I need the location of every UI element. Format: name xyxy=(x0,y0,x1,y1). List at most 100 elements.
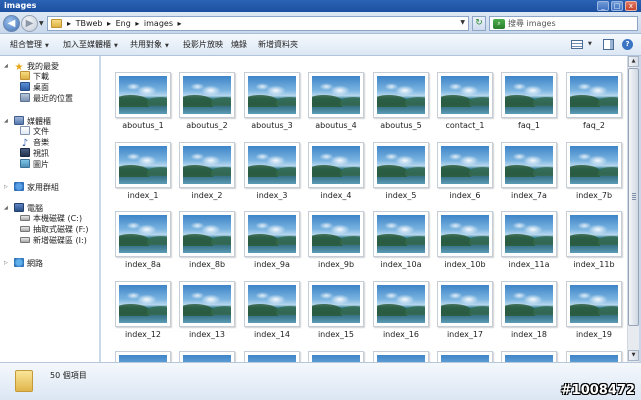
file-thumbnail[interactable]: index_9a xyxy=(242,211,302,275)
file-thumbnail[interactable]: aboutus_4 xyxy=(306,72,366,136)
file-thumbnail[interactable]: aboutus_2 xyxy=(177,72,237,136)
back-arrow-icon: ◀ xyxy=(7,18,16,29)
add-to-library-button[interactable]: 加入至媒體櫃 ▼ xyxy=(63,40,118,51)
scrollbar-thumb[interactable] xyxy=(628,68,639,326)
file-name: index_12 xyxy=(124,330,162,339)
image-preview xyxy=(437,351,493,362)
file-thumbnail[interactable]: index_19 xyxy=(564,281,624,345)
breadcrumb-item[interactable]: Eng xyxy=(116,19,131,28)
computer-collapse-chevron-icon[interactable]: ◢ xyxy=(4,203,8,214)
file-thumbnail[interactable]: index_5 xyxy=(371,142,431,206)
file-thumbnail[interactable] xyxy=(371,351,431,362)
nav-item-documents[interactable]: 文件 xyxy=(20,126,49,137)
file-thumbnail[interactable]: index_11a xyxy=(499,211,559,275)
file-thumbnail[interactable]: index_7a xyxy=(499,142,559,206)
file-thumbnail[interactable] xyxy=(177,351,237,362)
file-thumbnail[interactable] xyxy=(564,351,624,362)
file-thumbnail[interactable]: aboutus_5 xyxy=(371,72,431,136)
recent-pages-chevron-down-icon[interactable]: ▼ xyxy=(39,20,44,27)
forward-arrow-icon: ▶ xyxy=(25,18,34,29)
breadcrumb-item[interactable]: TBweb xyxy=(76,19,103,28)
views-chevron-down-icon[interactable]: ▼ xyxy=(588,41,592,47)
image-preview xyxy=(373,211,429,257)
image-preview xyxy=(115,142,171,188)
nav-item-music[interactable]: ♪ 音樂 xyxy=(20,137,49,149)
file-thumbnail[interactable] xyxy=(113,351,173,362)
file-thumbnail[interactable] xyxy=(499,351,559,362)
burn-button[interactable]: 燒錄 xyxy=(231,40,247,50)
file-thumbnail[interactable]: index_11b xyxy=(564,211,624,275)
close-button[interactable]: x xyxy=(625,1,637,11)
landscape-image-icon xyxy=(119,355,167,362)
forward-button[interactable]: ▶ xyxy=(21,15,38,32)
file-name: index_9a xyxy=(254,260,290,269)
nav-item-drive-f[interactable]: 抽取式磁碟 (F:) xyxy=(20,224,88,235)
network-expand-chevron-icon[interactable]: ▷ xyxy=(4,258,8,269)
image-preview xyxy=(566,72,622,118)
libraries-collapse-chevron-icon[interactable]: ◢ xyxy=(4,116,8,127)
add-to-library-label: 加入至媒體櫃 xyxy=(63,40,111,49)
file-thumbnail[interactable]: index_6 xyxy=(435,142,495,206)
nav-item-recent-places[interactable]: 最近的位置 xyxy=(20,93,73,104)
address-field[interactable]: ▸ TBweb ▸ Eng ▸ images ▸ ▼ xyxy=(47,16,469,31)
nav-label: 音樂 xyxy=(33,138,49,147)
landscape-image-icon xyxy=(570,285,618,323)
file-thumbnail[interactable] xyxy=(242,351,302,362)
file-thumbnail[interactable]: index_10b xyxy=(435,211,495,275)
share-with-button[interactable]: 共用對象 ▼ xyxy=(130,40,169,51)
new-folder-button[interactable]: 新增資料夾 xyxy=(258,40,298,50)
file-thumbnail[interactable]: index_15 xyxy=(306,281,366,345)
file-name: index_19 xyxy=(575,330,613,339)
file-thumbnail[interactable]: index_7b xyxy=(564,142,624,206)
file-thumbnail[interactable]: index_9b xyxy=(306,211,366,275)
breadcrumb-item[interactable]: images xyxy=(144,19,173,28)
file-thumbnail[interactable]: contact_1 xyxy=(435,72,495,136)
nav-item-drive-i[interactable]: 新增磁碟區 (I:) xyxy=(20,235,87,246)
nav-network[interactable]: 網路 xyxy=(14,258,43,269)
file-thumbnail[interactable]: index_4 xyxy=(306,142,366,206)
back-button[interactable]: ◀ xyxy=(3,15,20,32)
file-thumbnail[interactable]: aboutus_3 xyxy=(242,72,302,136)
image-preview xyxy=(373,142,429,188)
nav-item-desktop[interactable]: 桌面 xyxy=(20,82,49,93)
help-icon[interactable]: ? xyxy=(622,39,633,50)
file-thumbnail[interactable]: index_3 xyxy=(242,142,302,206)
nav-item-downloads[interactable]: 下載 xyxy=(20,71,49,82)
file-thumbnail[interactable]: index_10a xyxy=(371,211,431,275)
slideshow-button[interactable]: 投影片放映 xyxy=(183,40,223,50)
address-history-chevron-down-icon[interactable]: ▼ xyxy=(460,19,465,26)
nav-homegroup[interactable]: 家用群組 xyxy=(14,182,59,193)
minimize-button[interactable]: _ xyxy=(597,1,609,11)
nav-item-pictures[interactable]: 圖片 xyxy=(20,159,49,170)
file-thumbnail[interactable]: index_16 xyxy=(371,281,431,345)
file-thumbnail[interactable] xyxy=(306,351,366,362)
maximize-button[interactable]: □ xyxy=(611,1,623,11)
organize-button[interactable]: 組合管理 ▼ xyxy=(10,40,49,51)
file-thumbnail[interactable]: index_8b xyxy=(177,211,237,275)
nav-item-videos[interactable]: 視訊 xyxy=(20,148,49,159)
file-thumbnail[interactable]: index_18 xyxy=(499,281,559,345)
file-thumbnail[interactable]: faq_1 xyxy=(499,72,559,136)
nav-item-drive-c[interactable]: 本機磁碟 (C:) xyxy=(20,213,82,224)
preview-pane-icon[interactable] xyxy=(603,39,614,50)
file-thumbnail[interactable] xyxy=(435,351,495,362)
file-thumbnail[interactable]: faq_2 xyxy=(564,72,624,136)
file-thumbnail[interactable]: aboutus_1 xyxy=(113,72,173,136)
homegroup-expand-chevron-icon[interactable]: ▷ xyxy=(4,182,8,193)
file-thumbnail[interactable]: index_14 xyxy=(242,281,302,345)
file-thumbnail[interactable]: index_8a xyxy=(113,211,173,275)
vertical-scrollbar[interactable]: ▲ ▼ xyxy=(627,56,639,362)
file-name: aboutus_1 xyxy=(122,121,164,130)
file-name: index_11b xyxy=(573,260,615,269)
scroll-down-arrow-icon[interactable]: ▼ xyxy=(628,350,639,361)
scroll-up-arrow-icon[interactable]: ▲ xyxy=(628,56,639,67)
file-thumbnail[interactable]: index_2 xyxy=(177,142,237,206)
file-thumbnail[interactable]: index_12 xyxy=(113,281,173,345)
file-thumbnail[interactable]: index_1 xyxy=(113,142,173,206)
refresh-button[interactable]: ↻ xyxy=(472,16,486,31)
views-icon[interactable] xyxy=(571,40,583,49)
file-thumbnail[interactable]: index_17 xyxy=(435,281,495,345)
favorites-collapse-chevron-icon[interactable]: ◢ xyxy=(4,61,8,72)
file-thumbnail[interactable]: index_13 xyxy=(177,281,237,345)
search-input[interactable]: ⌕ 搜尋 images xyxy=(489,16,638,31)
